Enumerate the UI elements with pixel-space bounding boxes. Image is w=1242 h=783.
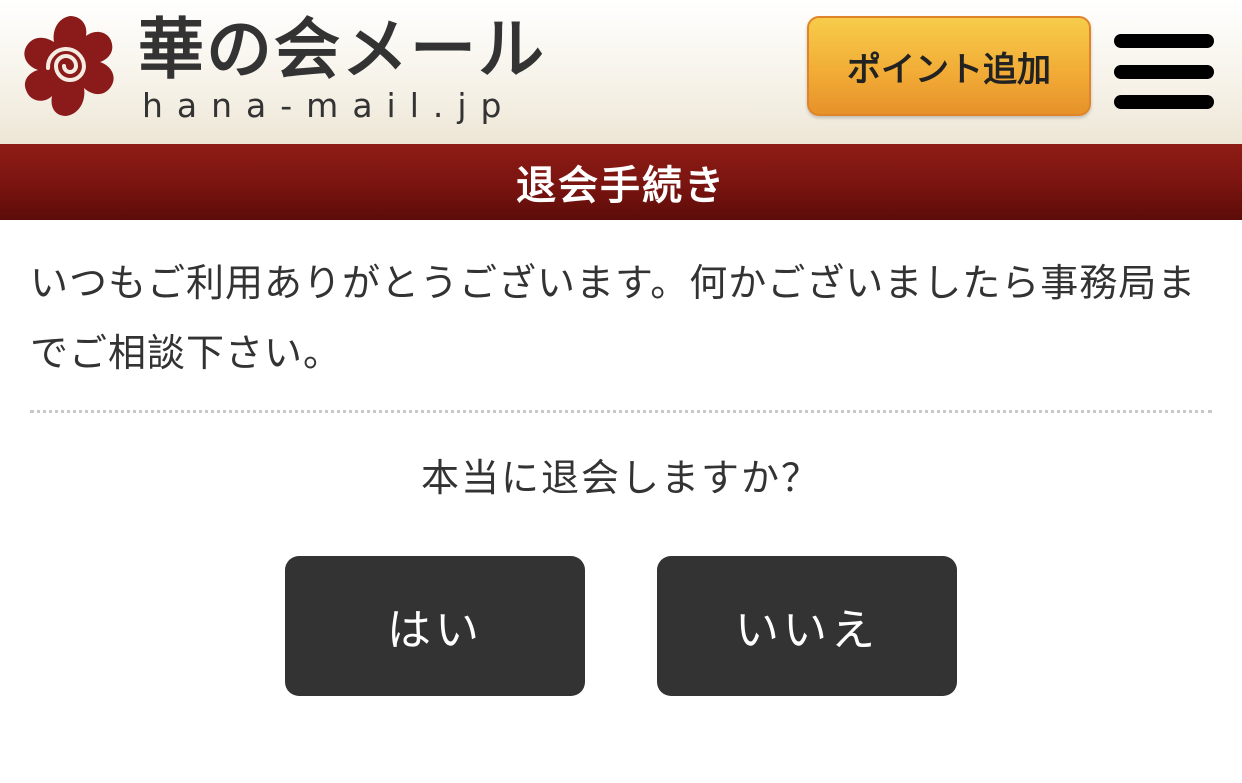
flower-logo-icon <box>24 16 114 116</box>
confirm-question: 本当に退会しますか？ <box>420 456 821 500</box>
site-header: 華の会メール hana-mail.jp ポイント追加 <box>0 0 1242 144</box>
menu-bar-top <box>1114 34 1214 48</box>
dotted-divider <box>30 410 1212 413</box>
no-button[interactable]: いいえ <box>657 556 957 696</box>
info-message: いつもご利用ありがとうございます。何かございましたら事務局までご相談下さい。 <box>30 261 1197 375</box>
site-logo[interactable]: 華の会メール hana-mail.jp <box>14 10 554 134</box>
logo-title: 華の会メール <box>138 11 546 88</box>
page-title: 退会手続き <box>0 144 1242 220</box>
logo-domain: hana-mail.jp <box>142 86 516 125</box>
menu-bar-bottom <box>1114 95 1214 109</box>
add-points-button[interactable]: ポイント追加 <box>807 16 1091 116</box>
menu-bar-middle <box>1114 65 1214 79</box>
yes-button[interactable]: はい <box>285 556 585 696</box>
hamburger-menu-icon[interactable] <box>1112 30 1216 112</box>
